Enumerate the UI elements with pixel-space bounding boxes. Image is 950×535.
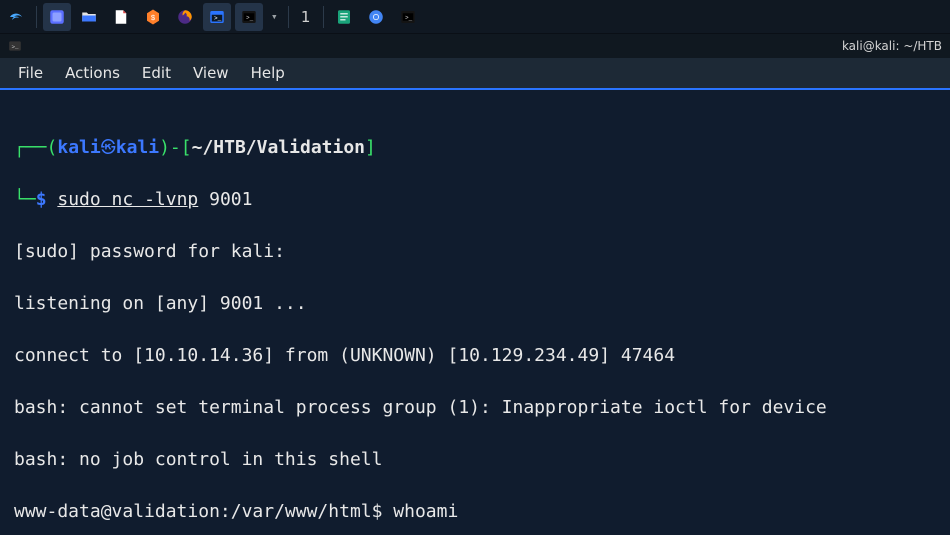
svg-text:$: $ [151,15,156,23]
chromium-icon[interactable] [362,3,390,31]
taskbar-divider [36,6,37,28]
taskbar-divider [323,6,324,28]
prompt-host: kali [116,137,159,158]
files-icon[interactable] [75,3,103,31]
prompt-cwd: ~/HTB/Validation [192,137,365,158]
menu-view[interactable]: View [193,64,229,82]
terminal-alt-icon[interactable]: >_ [235,3,263,31]
svg-text:>_: >_ [214,15,222,22]
menu-file[interactable]: File [18,64,43,82]
command-args: 9001 [209,189,252,210]
output-line: bash: cannot set terminal process group … [14,395,936,421]
terminal-window-icon: >_ [8,39,22,53]
svg-text:>_: >_ [246,14,254,21]
menu-help[interactable]: Help [251,64,285,82]
window-title: kali@kali: ~/HTB [842,39,942,53]
hexchat-icon[interactable]: $ [139,3,167,31]
output-line: bash: no job control in this shell [14,447,936,473]
output-line: www-data@validation:/var/www/html$ whoam… [14,499,936,525]
libreoffice-icon[interactable] [107,3,135,31]
output-line: listening on [any] 9001 ... [14,291,936,317]
terminal-body[interactable]: ┌──(kali㉿kali)-[~/HTB/Validation] └─$ su… [0,90,950,535]
app-menu-icon[interactable] [2,3,30,31]
command-root: sudo nc -lvnp [57,189,198,210]
workspace-indicator[interactable]: 1 [295,8,317,26]
qterminal-icon[interactable]: >_ [394,3,422,31]
svg-text:>_: >_ [405,14,413,21]
output-line: [sudo] password for kali: [14,239,936,265]
firefox-icon[interactable] [171,3,199,31]
prompt-line-1: ┌──(kali㉿kali)-[~/HTB/Validation] [14,134,936,161]
terminal-app-icon[interactable]: >_ [203,3,231,31]
svg-text:>_: >_ [12,43,19,50]
menu-edit[interactable]: Edit [142,64,171,82]
text-editor-icon[interactable] [330,3,358,31]
prompt-line-2: └─$ sudo nc -lvnp 9001 [14,187,936,213]
menubar: File Actions Edit View Help [0,58,950,90]
skull-icon: ㉿ [101,138,116,156]
taskbar: $ >_ >_ ▾ 1 >_ [0,0,950,34]
chevron-down-icon[interactable]: ▾ [267,10,282,23]
prompt-user: kali [57,137,100,158]
menu-actions[interactable]: Actions [65,64,120,82]
activity-icon[interactable] [43,3,71,31]
taskbar-divider [288,6,289,28]
output-line: connect to [10.10.14.36] from (UNKNOWN) … [14,343,936,369]
window-titlebar[interactable]: >_ kali@kali: ~/HTB [0,34,950,58]
